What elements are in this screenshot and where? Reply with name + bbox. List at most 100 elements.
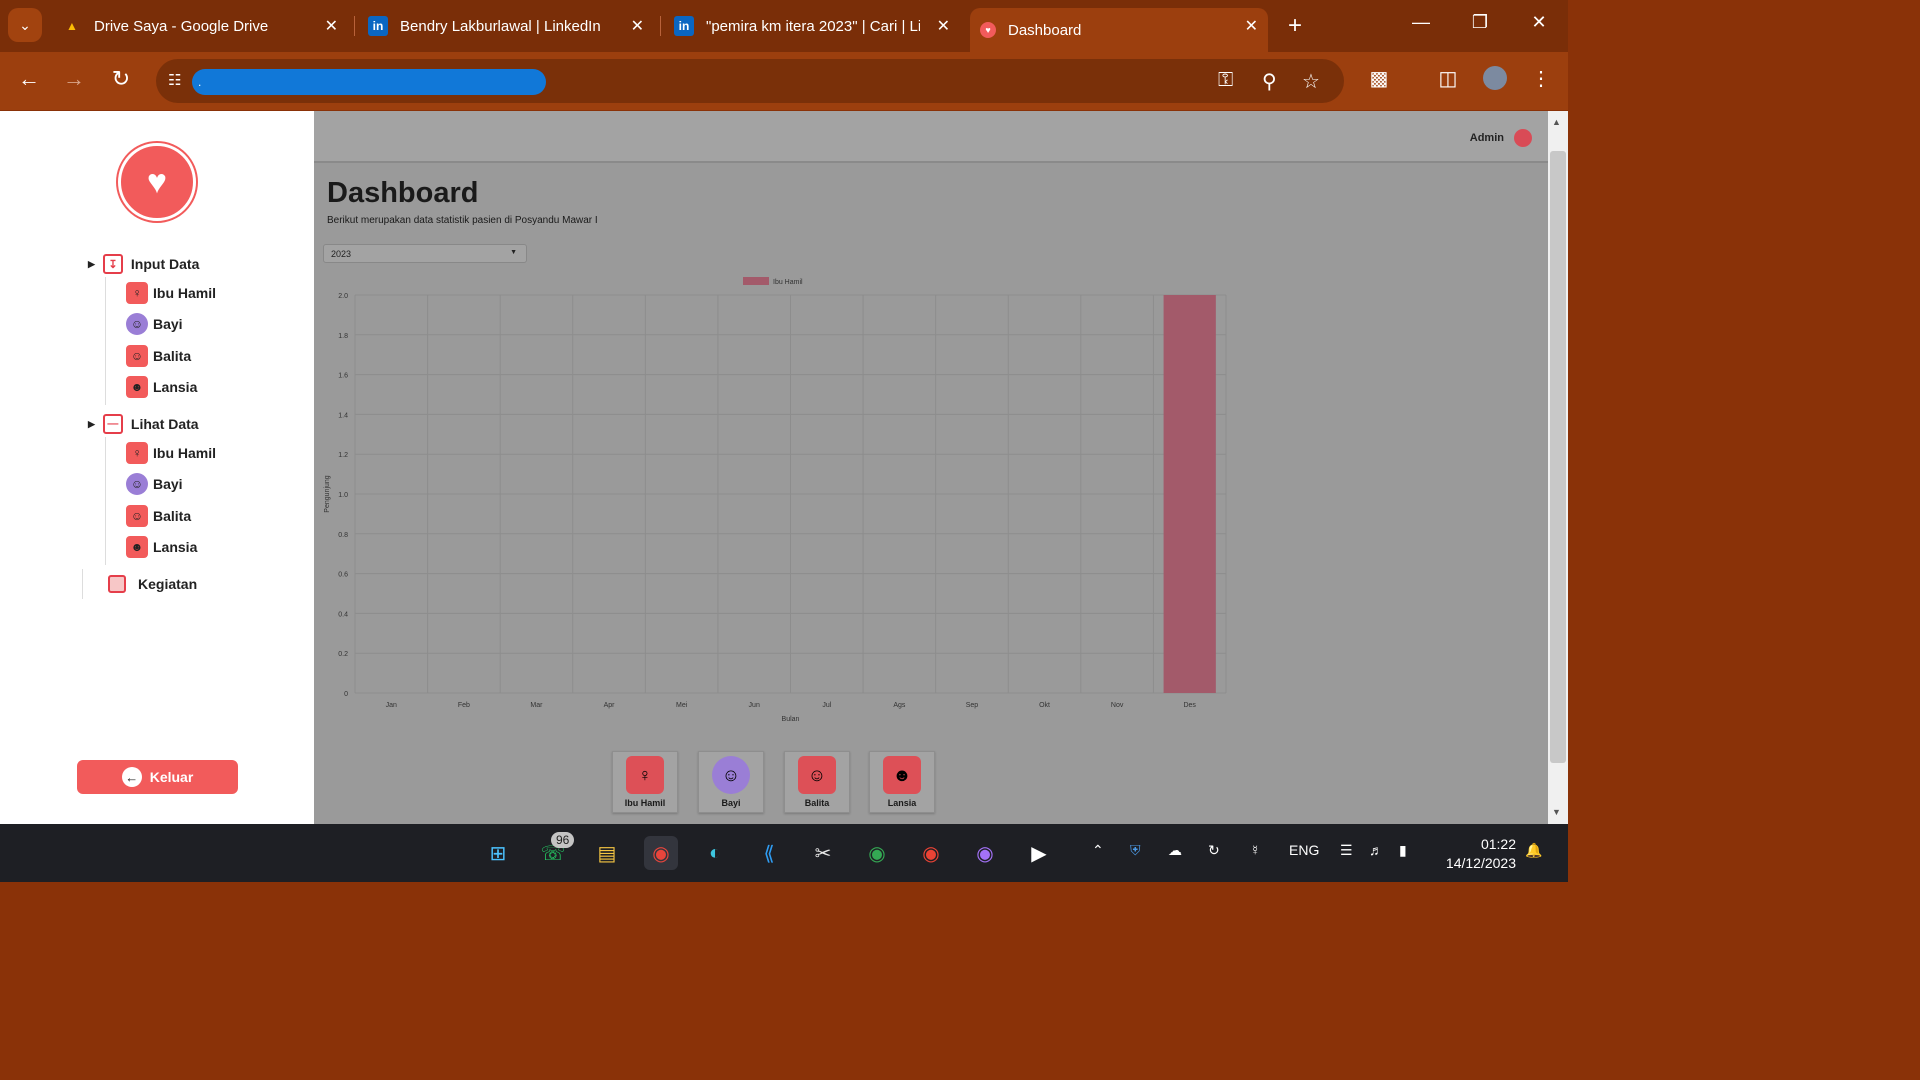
card-ibu-hamil[interactable]: ♀ Ibu Hamil	[612, 751, 678, 813]
bookmark-star-icon[interactable]: ☆	[1302, 69, 1320, 94]
tab-linkedin[interactable]: in Bendry Lakburlawal | LinkedIn ✕	[358, 8, 654, 44]
x-tick-label: Des	[1183, 702, 1196, 709]
year-select[interactable]: 2023 ▼	[323, 244, 527, 263]
logout-button[interactable]: ← Keluar	[77, 760, 238, 794]
y-tick-label: 1.8	[338, 333, 348, 340]
zoom-icon[interactable]: ⚲	[1262, 69, 1277, 94]
pregnant-woman-icon: ♀	[126, 442, 148, 464]
tab-search-button[interactable]: ⌄	[8, 8, 42, 42]
sidebar-group-lihat-data[interactable]: ▶ — Lihat Data	[88, 414, 199, 434]
app-launcher-icon[interactable]: ▶	[1022, 836, 1056, 870]
y-tick-label: 1.4	[338, 412, 348, 419]
vscode-icon[interactable]: ⟪	[752, 836, 786, 870]
sidebar-item-kegiatan[interactable]: Kegiatan	[108, 575, 197, 593]
windows-start-icon[interactable]: ⊞	[481, 836, 515, 870]
caret-right-icon: ▶	[88, 418, 95, 429]
new-tab-button[interactable]: +	[1282, 12, 1308, 40]
sidebar-group-input-data[interactable]: ▶ ↧ Input Data	[88, 254, 199, 274]
taskbar: ⊞ ☏ 96 ▤ ◉ ◐ ⟪ ✂ ◉ ◉ ◉ ▶ ⌃ ⛨ ☁ ↻ ☿ ENG ☰…	[0, 824, 1568, 882]
x-tick-label: Sep	[966, 702, 979, 709]
x-axis-label: Bulan	[782, 716, 800, 723]
side-panel-icon[interactable]: ◫	[1433, 66, 1463, 91]
chrome-profile-icon[interactable]: ◉	[860, 836, 894, 870]
minimize-button[interactable]: —	[1406, 12, 1436, 33]
reload-button[interactable]: ↻	[106, 66, 136, 92]
y-axis-label: Pengunjung	[324, 475, 331, 512]
volume-icon[interactable]: ♬	[1369, 842, 1383, 858]
site-info-icon[interactable]: ☷	[168, 71, 181, 89]
x-tick-label: Okt	[1039, 702, 1050, 709]
github-icon[interactable]: ◉	[968, 836, 1002, 870]
chrome-profile-2-icon[interactable]: ◉	[914, 836, 948, 870]
page: ♥ ▶ ↧ Input Data ♀ Ibu Hamil ☺ Bayi ☺ Ba…	[0, 111, 1568, 824]
notifications-bell-icon[interactable]: 🔔	[1525, 842, 1542, 859]
sidebar-item-input-balita[interactable]: ☺ Balita	[126, 345, 191, 367]
restore-button[interactable]: ❐	[1465, 12, 1495, 33]
elderly-icon: ☻	[883, 756, 921, 794]
microphone-icon[interactable]: ☿	[1250, 842, 1261, 858]
page-scrollbar[interactable]: ▲ ▼	[1548, 111, 1568, 824]
user-avatar-icon	[1514, 129, 1532, 147]
security-shield-icon[interactable]: ⛨	[1130, 842, 1141, 859]
sidebar-item-lihat-ibu-hamil[interactable]: ♀ Ibu Hamil	[126, 442, 216, 464]
baby-icon: ☺	[126, 313, 148, 335]
cloud-icon[interactable]: ☁	[1168, 842, 1182, 859]
profile-avatar[interactable]	[1480, 66, 1510, 96]
key-icon[interactable]: ⚿	[1218, 69, 1233, 92]
chevron-up-icon[interactable]: ⌃	[1092, 842, 1104, 859]
close-icon[interactable]: ✕	[325, 16, 338, 36]
chrome-icon[interactable]: ◉	[644, 836, 678, 870]
tab-dashboard[interactable]: ♥ Dashboard ✕	[970, 8, 1268, 52]
x-tick-label: Jun	[749, 702, 760, 709]
x-tick-label: Ags	[893, 702, 906, 709]
system-clock[interactable]: 01:22 14/12/2023	[1446, 835, 1516, 873]
sidebar-item-lihat-lansia[interactable]: ☻ Lansia	[126, 536, 197, 558]
card-lansia[interactable]: ☻ Lansia	[869, 751, 935, 813]
legend-swatch	[743, 277, 769, 285]
close-icon[interactable]: ✕	[1245, 16, 1258, 36]
sidebar-item-lihat-bayi[interactable]: ☺ Bayi	[126, 473, 183, 495]
sidebar-item-input-lansia[interactable]: ☻ Lansia	[126, 376, 197, 398]
snipping-tool-icon[interactable]: ✂	[806, 836, 840, 870]
user-menu[interactable]: Admin	[1470, 129, 1532, 147]
scroll-down-icon[interactable]: ▼	[1552, 807, 1561, 817]
y-tick-label: 1.6	[338, 373, 348, 380]
wifi-icon[interactable]: ☰	[1340, 842, 1353, 859]
elderly-icon: ☻	[126, 536, 148, 558]
top-header: Admin	[314, 111, 1548, 163]
tab-linkedin-search[interactable]: in "pemira km itera 2023" | Cari | Link …	[664, 8, 960, 44]
card-bayi[interactable]: ☺ Bayi	[698, 751, 764, 813]
close-icon[interactable]: ✕	[631, 16, 644, 36]
y-tick-label: 0.2	[338, 651, 348, 658]
sidebar-item-input-ibu-hamil[interactable]: ♀ Ibu Hamil	[126, 282, 216, 304]
sidebar-item-input-bayi[interactable]: ☺ Bayi	[126, 313, 183, 335]
edge-icon[interactable]: ◐	[698, 836, 732, 870]
inbox-icon: —	[102, 414, 123, 434]
address-bar[interactable]: ☷ . ⚿ ⚲ ☆	[156, 59, 1344, 103]
url-text[interactable]: .	[192, 69, 546, 95]
x-tick-label: Jul	[822, 702, 831, 709]
language-indicator[interactable]: ENG	[1289, 842, 1319, 858]
bar-chart: 0 0.2 0.4 0.6 0.8 1.0 1.2 1.4 1.6 1.8 2.0 Jan Feb Mar…	[324, 277, 1227, 723]
extensions-icon[interactable]: ▩	[1364, 66, 1394, 91]
menu-icon[interactable]: ⋮	[1526, 66, 1556, 91]
forward-button[interactable]: →	[59, 66, 89, 92]
baby-icon: ☺	[712, 756, 750, 794]
card-balita[interactable]: ☺ Balita	[784, 751, 850, 813]
close-icon[interactable]: ✕	[937, 16, 950, 36]
battery-icon[interactable]: ▮	[1399, 842, 1407, 859]
file-explorer-icon[interactable]: ▤	[590, 836, 624, 870]
main-content: Admin Dashboard Berikut merupakan data s…	[314, 111, 1548, 824]
chevron-down-icon: ▼	[510, 249, 517, 256]
sidebar-item-lihat-balita[interactable]: ☺ Balita	[126, 505, 191, 527]
tab-google-drive[interactable]: ▲ Drive Saya - Google Drive ✕	[52, 8, 348, 44]
back-button[interactable]: ←	[14, 66, 44, 92]
linkedin-icon: in	[368, 16, 388, 36]
close-window-button[interactable]: ✕	[1524, 12, 1554, 33]
sync-icon[interactable]: ↻	[1208, 842, 1220, 859]
scroll-thumb[interactable]	[1550, 151, 1566, 763]
scroll-up-icon[interactable]: ▲	[1552, 117, 1561, 127]
legend-label: Ibu Hamil	[773, 279, 803, 286]
google-drive-icon: ▲	[66, 19, 78, 33]
linkedin-icon: in	[674, 16, 694, 36]
